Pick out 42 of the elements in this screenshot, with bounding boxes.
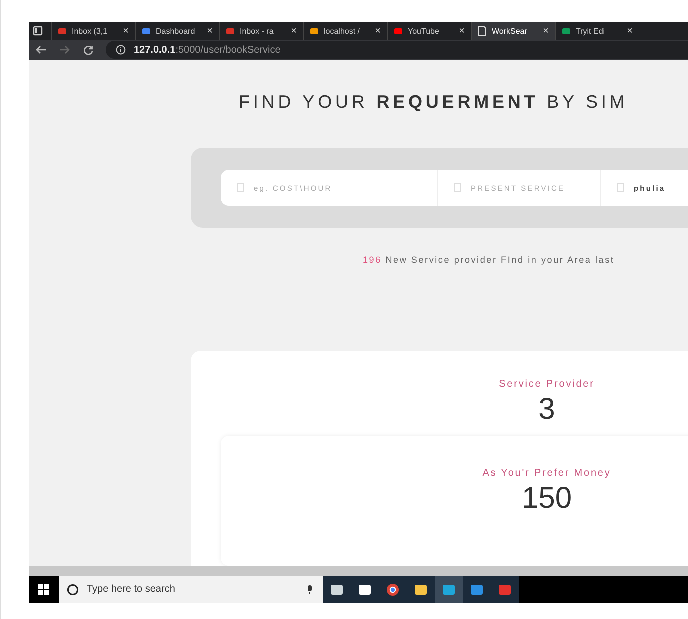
favicon-icon [58, 26, 67, 36]
stat-value: 3 [538, 392, 556, 428]
microphone-icon[interactable] [307, 584, 313, 594]
favicon-icon [310, 26, 319, 36]
taskbar-app-icon[interactable] [323, 576, 351, 603]
tab-title: localhost / [324, 26, 362, 36]
stat-value: 150 [520, 481, 574, 517]
url-text: 127.0.0.1:5000/user/bookService [134, 44, 281, 56]
tab-title: Dashboard [156, 26, 196, 36]
taskbar-app-icon[interactable] [407, 576, 435, 603]
tab-close-button[interactable]: × [291, 26, 297, 36]
tab-title: YouTube [408, 26, 440, 36]
scrollbar[interactable] [29, 566, 688, 576]
square-icon [237, 183, 244, 192]
page-heading: FIND YOUR REQUERMENT BY SIM [238, 91, 630, 113]
reload-icon[interactable] [83, 44, 94, 56]
tab-close-button[interactable]: × [627, 26, 633, 36]
tab-close-button[interactable]: × [123, 26, 129, 36]
favicon-icon [394, 26, 403, 36]
tab-title: Inbox - ra [240, 26, 275, 36]
address-bar[interactable]: 127.0.0.1:5000/user/bookService [106, 41, 688, 59]
tab-close-button[interactable]: × [375, 26, 381, 36]
info-icon [116, 45, 126, 55]
favicon-icon [562, 26, 571, 36]
back-arrow-icon[interactable] [35, 45, 47, 55]
stat-label: Service Provider [498, 379, 596, 390]
tab-title: Inbox (3,1 [72, 26, 109, 36]
notice-text: 196 New Service provider FInd in your Area last [363, 255, 616, 265]
square-icon [454, 183, 461, 192]
taskbar-search-field[interactable]: Type here to search [59, 576, 323, 603]
favicon-icon [226, 26, 235, 36]
square-icon [617, 183, 624, 192]
tab-title: Tryit Edi [576, 26, 606, 36]
circle-icon [67, 584, 79, 596]
favicon-icon [142, 26, 151, 36]
stat-label: As You'r Prefer Money [482, 468, 612, 479]
tab-close-button[interactable]: × [207, 26, 213, 36]
tab-close-button[interactable]: × [543, 26, 549, 36]
tab-title: WorkSear [492, 26, 528, 36]
page-icon [478, 26, 487, 36]
tab-close-button[interactable]: × [459, 26, 465, 36]
browser-tab[interactable]: WorkSear × [471, 22, 555, 40]
